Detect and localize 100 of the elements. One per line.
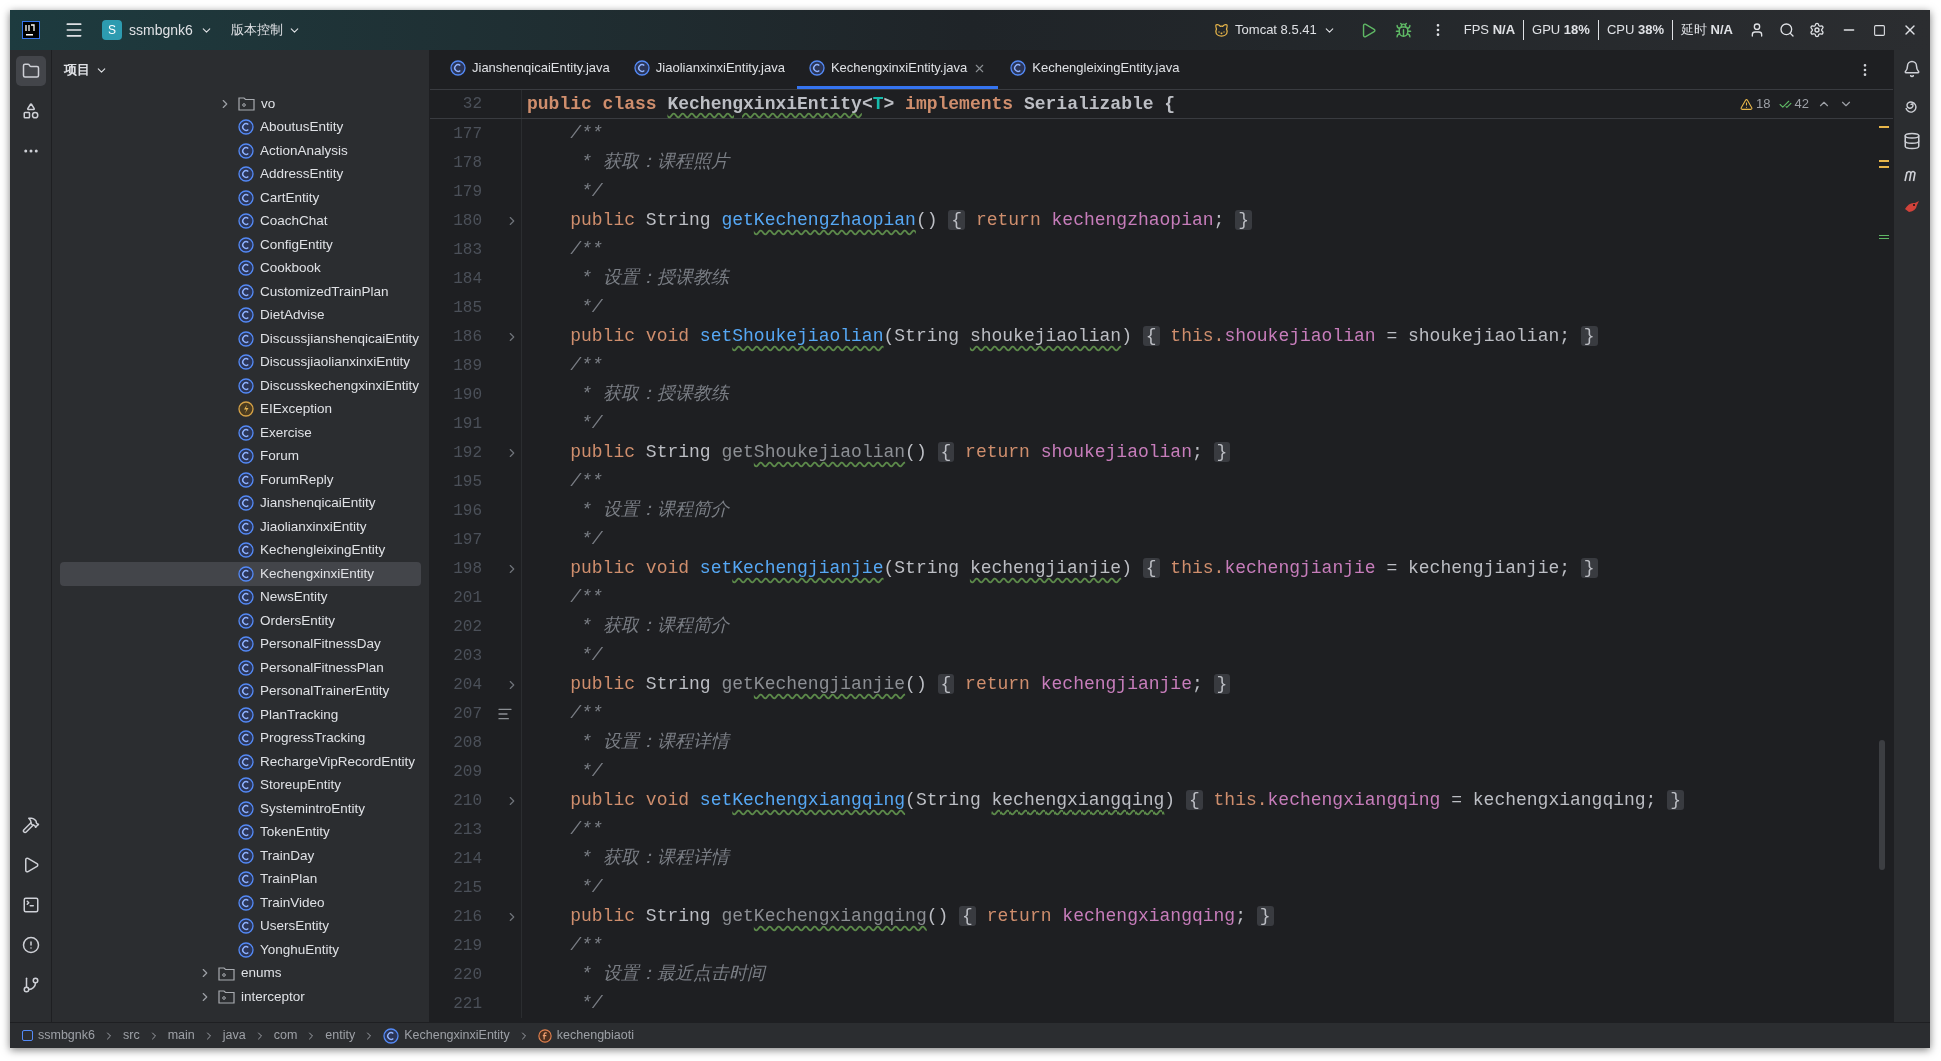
class-icon xyxy=(238,166,254,183)
maximize-icon[interactable] xyxy=(1873,23,1886,37)
code-line: public void setKechengjianjie(String kechengjianjie) { this.kechengjianjie = kechengjianjie; } xyxy=(522,555,1598,582)
tree-item[interactable]: CoachChat xyxy=(60,209,421,233)
hammer-icon[interactable] xyxy=(21,816,40,834)
problems-icon[interactable] xyxy=(21,936,40,954)
class-icon xyxy=(238,377,254,394)
tree-item[interactable]: interceptor xyxy=(60,985,421,1009)
vcs-menu[interactable]: 版本控制 xyxy=(230,20,301,40)
code-line: public String getShoukejiaolian() { return shoukejiaolian; } xyxy=(522,439,1231,466)
tree-item[interactable]: ActionAnalysis xyxy=(60,139,421,163)
code-comment: */ xyxy=(580,876,603,899)
tree-item[interactable]: RechargeVipRecordEntity xyxy=(60,750,421,774)
folder-icon[interactable] xyxy=(15,56,46,86)
tree-item[interactable]: UsersEntity xyxy=(60,914,421,938)
class-icon xyxy=(383,1027,400,1044)
tree-item[interactable]: JianshenqicaiEntity xyxy=(60,491,421,515)
tree-item[interactable]: PersonalFitnessPlan xyxy=(60,656,421,680)
panel-title[interactable]: 项目 xyxy=(52,50,429,90)
breadcrumb[interactable]: KechengxinxiEntity xyxy=(383,1026,510,1045)
class-icon xyxy=(238,213,254,230)
editor-tab[interactable]: JiaolianxinxiEntity.java xyxy=(621,50,797,89)
editor-tab[interactable]: KechengleixingEntity.java xyxy=(998,50,1192,89)
tree-item[interactable]: SystemintroEntity xyxy=(60,797,421,821)
breadcrumb[interactable]: src xyxy=(123,1026,140,1045)
code-comment: * 获取：课程简介 xyxy=(580,615,729,638)
tree-item[interactable]: KechengleixingEntity xyxy=(60,538,421,562)
tree-item[interactable]: Forum xyxy=(60,444,421,468)
breadcrumb[interactable]: java xyxy=(222,1026,246,1045)
tree-item[interactable]: NewsEntity xyxy=(60,585,421,609)
tree-item[interactable]: ConfigEntity xyxy=(60,233,421,257)
tree-item[interactable]: OrdersEntity xyxy=(60,609,421,633)
tree-item[interactable]: JiaolianxinxiEntity xyxy=(60,515,421,539)
class-icon xyxy=(238,636,254,653)
class-icon xyxy=(238,612,254,629)
tree-item[interactable]: ForumReply xyxy=(60,468,421,492)
tree-item[interactable]: TrainPlan xyxy=(60,867,421,891)
class-icon xyxy=(238,941,254,958)
code-line: public String getKechengzhaopian() { return kechengzhaopian; } xyxy=(522,207,1252,234)
tree-item[interactable]: Cookbook xyxy=(60,256,421,280)
code-line: public void setShoukejiaolian(String shoukejiaolian) { this.shoukejiaolian = shoukejiaolian; } xyxy=(522,323,1598,350)
passed-count[interactable]: 42 xyxy=(1778,94,1809,114)
code-comment: */ xyxy=(580,296,603,319)
tree-item[interactable]: TrainVideo xyxy=(60,891,421,915)
tree-item[interactable]: vo xyxy=(60,92,421,116)
code-comment: /** xyxy=(569,586,603,609)
warning-icon xyxy=(1740,97,1754,111)
run-config-selector[interactable]: Tomcat 8.5.41 xyxy=(1214,20,1336,40)
tree-item[interactable]: AddressEntity xyxy=(60,162,421,186)
tree-item[interactable]: CartEntity xyxy=(60,186,421,210)
tree-item[interactable]: CustomizedTrainPlan xyxy=(60,280,421,304)
terminal-icon[interactable] xyxy=(21,896,40,914)
module-icon xyxy=(22,1030,33,1041)
breadcrumb[interactable]: main xyxy=(167,1026,195,1045)
class-icon xyxy=(238,730,254,747)
project-selector[interactable]: S ssmbgnk6 xyxy=(102,19,213,41)
tree-item[interactable]: EIException xyxy=(60,397,421,421)
tree-item[interactable]: Exercise xyxy=(60,421,421,445)
search-icon[interactable] xyxy=(1779,22,1795,38)
class-icon xyxy=(238,119,254,136)
tree-item[interactable]: TrainDay xyxy=(60,844,421,868)
class-icon xyxy=(238,706,254,723)
git-branch-icon[interactable] xyxy=(21,976,40,994)
tree-item[interactable]: DiscussjianshenqicaiEntity xyxy=(60,327,421,351)
tree-item[interactable]: PlanTracking xyxy=(60,703,421,727)
tree-item[interactable]: enums xyxy=(60,961,421,985)
tree-item[interactable]: DiscusskechengxinxiEntity xyxy=(60,374,421,398)
tree-item[interactable]: KechengxinxiEntity xyxy=(60,562,421,586)
breadcrumb[interactable]: ssmbgnk6 xyxy=(22,1026,95,1045)
tree-item[interactable]: DiscussjiaolianxinxiEntity xyxy=(60,350,421,374)
performance-reading: CPU 38% xyxy=(1597,20,1672,40)
tree-item[interactable]: DietAdvise xyxy=(60,303,421,327)
tree-item[interactable]: YonghuEntity xyxy=(60,938,421,962)
tree-item[interactable]: ProgressTracking xyxy=(60,726,421,750)
menu-icon[interactable] xyxy=(64,20,84,40)
tree-item[interactable]: AboutusEntity xyxy=(60,115,421,139)
tree-item[interactable]: TokenEntity xyxy=(60,820,421,844)
settings-icon[interactable] xyxy=(1809,22,1825,38)
class-icon xyxy=(238,871,254,888)
code-comment: /** xyxy=(569,470,603,493)
editor-tab[interactable]: JianshenqicaiEntity.java xyxy=(438,50,622,89)
class-icon xyxy=(238,495,254,512)
account-icon[interactable] xyxy=(1749,22,1765,38)
tree-item[interactable]: StoreupEntity xyxy=(60,773,421,797)
tree-item[interactable]: PersonalTrainerEntity xyxy=(60,679,421,703)
project-badge: S xyxy=(102,20,122,40)
bird-icon[interactable] xyxy=(1903,200,1921,214)
breadcrumb[interactable]: com xyxy=(273,1026,298,1045)
breadcrumb[interactable]: entity xyxy=(325,1026,356,1045)
class-icon xyxy=(238,236,254,253)
notifications-icon[interactable] xyxy=(1903,60,1921,78)
code-comment: */ xyxy=(580,760,603,783)
app-logo-icon[interactable] xyxy=(22,21,40,39)
debug-icon[interactable] xyxy=(1394,21,1412,39)
warnings-count[interactable]: 18 xyxy=(1740,94,1771,114)
code-comment: */ xyxy=(580,992,603,1015)
breadcrumb[interactable]: kechengbiaoti xyxy=(537,1026,634,1045)
tree-item[interactable]: PersonalFitnessDay xyxy=(60,632,421,656)
database-icon[interactable] xyxy=(1903,132,1921,150)
scrollbar-thumb[interactable] xyxy=(1879,740,1885,870)
